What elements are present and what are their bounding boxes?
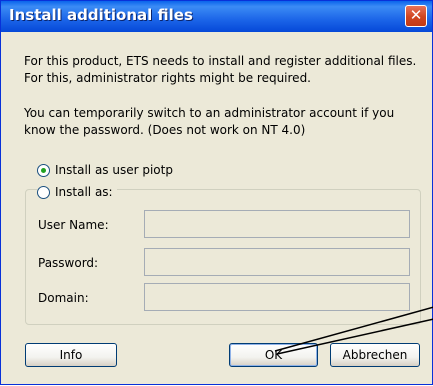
domain-field[interactable] bbox=[144, 283, 410, 311]
info-button[interactable]: Info bbox=[25, 343, 117, 367]
message-line-4: know the password. (Does not work on NT … bbox=[24, 123, 306, 137]
dialog-title: Install additional files bbox=[9, 6, 193, 24]
cancel-button[interactable]: Abbrechen bbox=[330, 343, 420, 367]
password-field[interactable] bbox=[144, 248, 410, 276]
message-line-1: For this product, ETS needs to install a… bbox=[24, 54, 417, 68]
close-button[interactable]: ✕ bbox=[405, 5, 427, 27]
install-as-option[interactable]: Install as: bbox=[37, 185, 117, 199]
message-line-2: For this, administrator rights might be … bbox=[24, 71, 311, 85]
install-additional-files-dialog: Install additional files ✕ For this prod… bbox=[0, 0, 433, 385]
close-icon: ✕ bbox=[409, 6, 423, 24]
password-label: Password: bbox=[38, 256, 99, 270]
user-name-field[interactable] bbox=[144, 210, 410, 238]
radio-unchecked-icon[interactable] bbox=[37, 185, 50, 199]
domain-label: Domain: bbox=[38, 291, 89, 305]
install-as-user-label[interactable]: Install as user piotp bbox=[55, 163, 173, 177]
install-as-user-option[interactable]: Install as user piotp bbox=[37, 163, 177, 177]
dialog-content: For this product, ETS needs to install a… bbox=[1, 32, 432, 384]
user-name-label: User Name: bbox=[38, 218, 109, 232]
ok-button[interactable]: OK bbox=[229, 343, 318, 367]
install-as-label[interactable]: Install as: bbox=[55, 185, 113, 199]
radio-checked-icon[interactable] bbox=[37, 163, 50, 177]
message-line-3: You can temporarily switch to an adminis… bbox=[24, 106, 395, 120]
title-bar[interactable]: Install additional files ✕ bbox=[1, 1, 432, 32]
